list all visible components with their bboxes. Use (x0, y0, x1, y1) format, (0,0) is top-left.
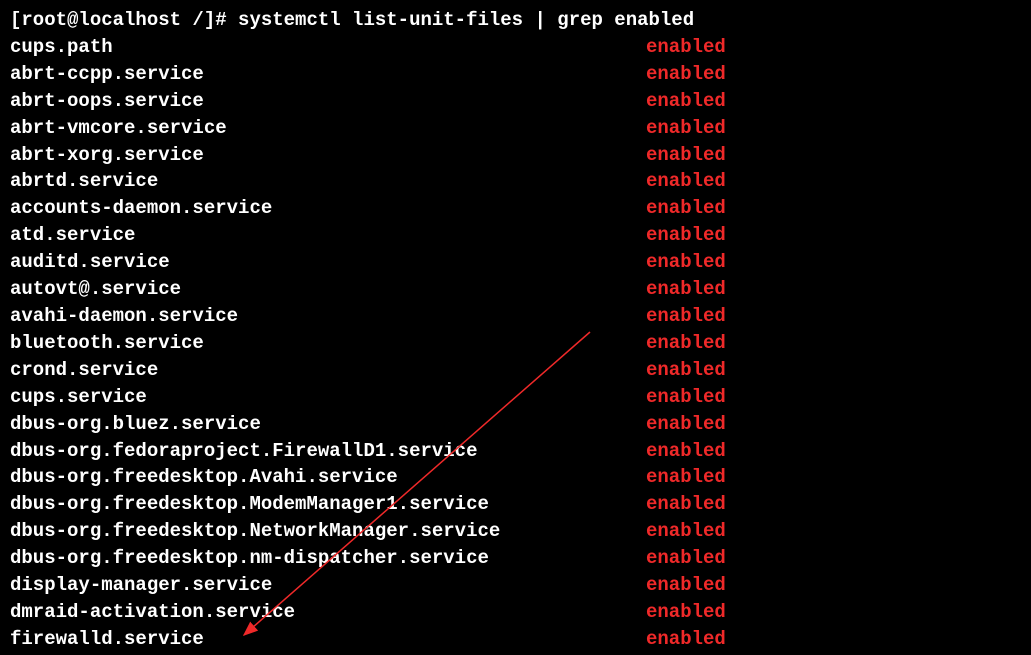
unit-row: cups.pathenabled (10, 34, 1021, 61)
unit-name: accounts-daemon.service (10, 195, 646, 222)
unit-name: abrt-ccpp.service (10, 61, 646, 88)
unit-name: dbus-org.fedoraproject.FirewallD1.servic… (10, 438, 646, 465)
unit-row: bluetooth.serviceenabled (10, 330, 1021, 357)
unit-status: enabled (646, 491, 726, 518)
unit-row: firewalld.serviceenabled (10, 626, 1021, 653)
unit-status: enabled (646, 276, 726, 303)
unit-status: enabled (646, 357, 726, 384)
unit-status: enabled (646, 438, 726, 465)
unit-row: crond.serviceenabled (10, 357, 1021, 384)
unit-row: autovt@.serviceenabled (10, 276, 1021, 303)
unit-status: enabled (646, 249, 726, 276)
unit-row: accounts-daemon.serviceenabled (10, 195, 1021, 222)
unit-status: enabled (646, 626, 726, 653)
unit-status: enabled (646, 384, 726, 411)
unit-row: abrt-ccpp.serviceenabled (10, 61, 1021, 88)
unit-row: dbus-org.freedesktop.nm-dispatcher.servi… (10, 545, 1021, 572)
unit-name: autovt@.service (10, 276, 646, 303)
unit-row: dbus-org.freedesktop.NetworkManager.serv… (10, 518, 1021, 545)
unit-status: enabled (646, 222, 726, 249)
unit-row: abrtd.serviceenabled (10, 168, 1021, 195)
unit-status: enabled (646, 88, 726, 115)
unit-row: auditd.serviceenabled (10, 249, 1021, 276)
unit-row: dbus-org.freedesktop.Avahi.serviceenable… (10, 464, 1021, 491)
unit-name: cups.path (10, 34, 646, 61)
unit-status: enabled (646, 411, 726, 438)
unit-name: dbus-org.freedesktop.ModemManager1.servi… (10, 491, 646, 518)
unit-name: dbus-org.freedesktop.NetworkManager.serv… (10, 518, 646, 545)
unit-row: abrt-oops.serviceenabled (10, 88, 1021, 115)
unit-status: enabled (646, 142, 726, 169)
unit-row: avahi-daemon.serviceenabled (10, 303, 1021, 330)
unit-name: abrt-xorg.service (10, 142, 646, 169)
unit-row: abrt-xorg.serviceenabled (10, 142, 1021, 169)
unit-name: dmraid-activation.service (10, 599, 646, 626)
unit-status: enabled (646, 195, 726, 222)
unit-status: enabled (646, 518, 726, 545)
unit-name: abrtd.service (10, 168, 646, 195)
unit-name: cups.service (10, 384, 646, 411)
unit-status: enabled (646, 464, 726, 491)
unit-name: dbus-org.freedesktop.nm-dispatcher.servi… (10, 545, 646, 572)
unit-row: abrt-vmcore.serviceenabled (10, 115, 1021, 142)
unit-row: dbus-org.fedoraproject.FirewallD1.servic… (10, 438, 1021, 465)
unit-name: abrt-oops.service (10, 88, 646, 115)
unit-row: atd.serviceenabled (10, 222, 1021, 249)
unit-name: dbus-org.bluez.service (10, 411, 646, 438)
unit-name: auditd.service (10, 249, 646, 276)
unit-row: dbus-org.bluez.serviceenabled (10, 411, 1021, 438)
unit-name: display-manager.service (10, 572, 646, 599)
unit-name: bluetooth.service (10, 330, 646, 357)
unit-row: display-manager.serviceenabled (10, 572, 1021, 599)
unit-name: atd.service (10, 222, 646, 249)
unit-status: enabled (646, 572, 726, 599)
unit-name: avahi-daemon.service (10, 303, 646, 330)
unit-name: abrt-vmcore.service (10, 115, 646, 142)
unit-status: enabled (646, 330, 726, 357)
unit-status: enabled (646, 168, 726, 195)
command-prompt: [root@localhost /]# systemctl list-unit-… (10, 7, 1021, 34)
unit-status: enabled (646, 545, 726, 572)
unit-row: dmraid-activation.serviceenabled (10, 599, 1021, 626)
unit-name: crond.service (10, 357, 646, 384)
unit-row: dbus-org.freedesktop.ModemManager1.servi… (10, 491, 1021, 518)
unit-status: enabled (646, 115, 726, 142)
unit-name: dbus-org.freedesktop.Avahi.service (10, 464, 646, 491)
unit-row: cups.serviceenabled (10, 384, 1021, 411)
unit-name: firewalld.service (10, 626, 646, 653)
unit-status: enabled (646, 599, 726, 626)
unit-status: enabled (646, 34, 726, 61)
unit-status: enabled (646, 61, 726, 88)
unit-status: enabled (646, 303, 726, 330)
